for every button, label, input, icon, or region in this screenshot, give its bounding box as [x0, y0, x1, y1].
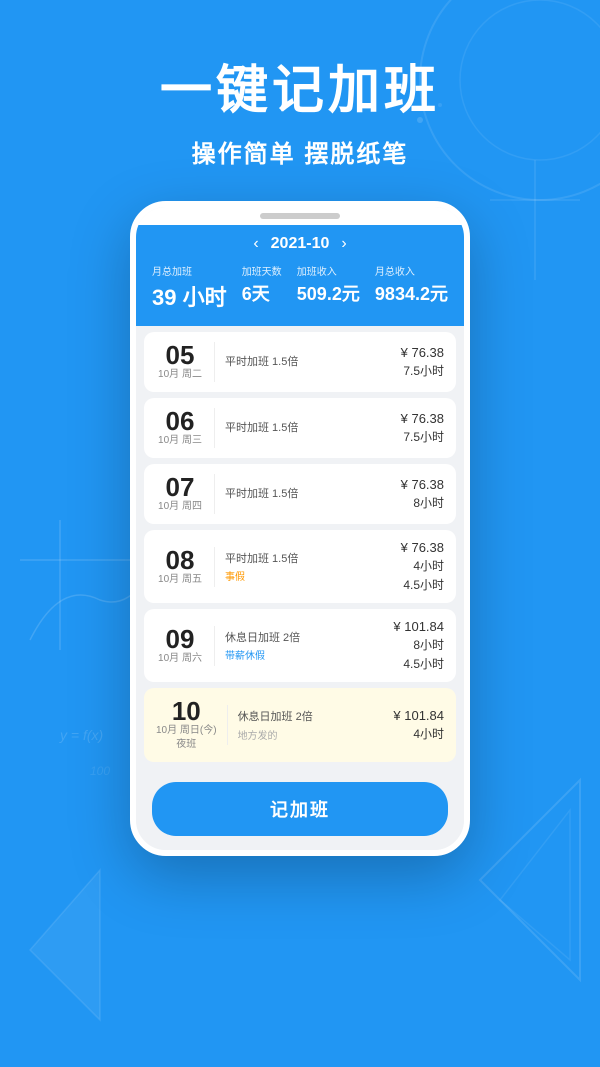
phone-notch	[136, 207, 464, 225]
record-money: ¥ 76.38	[384, 411, 444, 426]
date-col: 0610月 周三	[156, 408, 204, 448]
date-col: 0910月 周六	[156, 626, 204, 666]
record-card[interactable]: 0910月 周六休息日加班 2倍带薪休假¥ 101.848小时4.5小时	[144, 609, 456, 682]
date-col: 1010月 周日(今)夜班	[156, 698, 217, 752]
stat-label-0: 月总加班	[152, 263, 227, 278]
record-type: 平时加班 1.5倍	[225, 353, 374, 369]
record-money: ¥ 101.84	[384, 708, 444, 723]
record-right: ¥ 76.38 7.5小时	[384, 345, 444, 379]
record-type: 休息日加班 2倍	[238, 708, 374, 724]
vertical-divider	[214, 474, 215, 514]
record-details: 平时加班 1.5倍事假	[225, 550, 374, 583]
date-num: 06	[156, 408, 204, 434]
prev-month-btn[interactable]: ‹	[253, 235, 258, 253]
vertical-divider	[214, 547, 215, 587]
month-nav: ‹ 2021-10 ›	[152, 235, 448, 253]
date-info: 10月 周四	[156, 500, 204, 514]
record-money: ¥ 76.38	[384, 540, 444, 555]
record-hours: 8小时	[402, 636, 444, 653]
date-col: 0710月 周四	[156, 474, 204, 514]
stat-label-1: 加班天数	[242, 263, 282, 278]
vertical-divider	[214, 626, 215, 666]
record-note: 地方发的	[238, 727, 374, 742]
record-money: ¥ 101.84	[384, 619, 444, 634]
date-info: 10月 周二	[156, 368, 204, 382]
record-right: ¥ 76.38 4小时 4.5小时	[384, 540, 444, 593]
stat-value-1: 6天	[242, 280, 282, 306]
stat-days: 加班天数 6天	[242, 263, 282, 312]
stat-total-income: 月总收入 9834.2元	[375, 263, 448, 312]
record-details: 休息日加班 2倍地方发的	[238, 708, 374, 742]
record-money: ¥ 76.38	[384, 477, 444, 492]
record-card[interactable]: 0710月 周四 平时加班 1.5倍 ¥ 76.38 8小时	[144, 464, 456, 524]
record-tag: 带薪休假	[225, 647, 374, 662]
record-hours-2: 4.5小时	[402, 655, 444, 672]
record-right: ¥ 76.38 8小时	[384, 477, 444, 511]
record-details: 平时加班 1.5倍	[225, 485, 374, 503]
record-card[interactable]: 0510月 周二 平时加班 1.5倍 ¥ 76.38 7.5小时	[144, 332, 456, 392]
record-right: ¥ 76.38 7.5小时	[384, 411, 444, 445]
stat-value-2: 509.2元	[297, 280, 360, 306]
stat-value-0: 39 小时	[152, 280, 227, 312]
month-display: 2021-10	[271, 235, 330, 253]
record-right: ¥ 101.84 4小时	[384, 708, 444, 742]
date-num: 09	[156, 626, 204, 652]
main-title: 一键记加班	[0, 60, 600, 122]
date-col: 0510月 周二	[156, 342, 204, 382]
date-info: 10月 周五	[156, 573, 204, 587]
record-tag: 事假	[225, 568, 374, 583]
record-hours: 7.5小时	[402, 428, 444, 445]
stat-total-overtime: 月总加班 39 小时	[152, 263, 227, 312]
vertical-divider	[227, 705, 228, 745]
record-hours: 7.5小时	[402, 362, 444, 379]
record-details: 休息日加班 2倍带薪休假	[225, 629, 374, 662]
vertical-divider	[214, 408, 215, 448]
btn-area: 记加班	[136, 774, 464, 850]
records-list: 0510月 周二平时加班 1.5倍¥ 76.387.5小时0610月 周三平时加…	[136, 326, 464, 774]
sub-title: 操作简单 摆脱纸笔	[0, 134, 600, 169]
record-type: 休息日加班 2倍	[225, 629, 374, 645]
record-button[interactable]: 记加班	[152, 782, 448, 836]
stat-label-3: 月总收入	[375, 263, 448, 278]
record-type: 平时加班 1.5倍	[225, 485, 374, 501]
record-money: ¥ 76.38	[384, 345, 444, 360]
date-col: 0810月 周五	[156, 547, 204, 587]
record-card[interactable]: 1010月 周日(今)夜班休息日加班 2倍地方发的¥ 101.844小时	[144, 688, 456, 762]
record-hours: 4小时	[402, 557, 444, 574]
record-details: 平时加班 1.5倍	[225, 353, 374, 371]
date-info: 10月 周三	[156, 434, 204, 448]
record-hours: 4小时	[402, 725, 444, 742]
stat-overtime-income: 加班收入 509.2元	[297, 263, 360, 312]
record-type: 平时加班 1.5倍	[225, 550, 374, 566]
record-details: 平时加班 1.5倍	[225, 419, 374, 437]
record-hours-2: 4.5小时	[402, 576, 444, 593]
vertical-divider	[214, 342, 215, 382]
date-num: 10	[156, 698, 217, 724]
app-header: ‹ 2021-10 › 月总加班 39 小时 加班天数 6天 加班收入 509.…	[136, 225, 464, 326]
date-num: 07	[156, 474, 204, 500]
record-hours: 8小时	[402, 494, 444, 511]
next-month-btn[interactable]: ›	[341, 235, 346, 253]
date-num: 05	[156, 342, 204, 368]
date-info: 10月 周日(今)夜班	[156, 724, 217, 752]
record-card[interactable]: 0810月 周五平时加班 1.5倍事假¥ 76.384小时4.5小时	[144, 530, 456, 603]
stats-row: 月总加班 39 小时 加班天数 6天 加班收入 509.2元 月总收入 9834…	[152, 263, 448, 312]
stat-label-2: 加班收入	[297, 263, 360, 278]
stat-value-3: 9834.2元	[375, 280, 448, 306]
date-num: 08	[156, 547, 204, 573]
record-type: 平时加班 1.5倍	[225, 419, 374, 435]
record-card[interactable]: 0610月 周三 平时加班 1.5倍 ¥ 76.38 7.5小时	[144, 398, 456, 458]
date-info: 10月 周六	[156, 652, 204, 666]
phone-mockup: ‹ 2021-10 › 月总加班 39 小时 加班天数 6天 加班收入 509.…	[130, 201, 470, 856]
record-right: ¥ 101.84 8小时 4.5小时	[384, 619, 444, 672]
